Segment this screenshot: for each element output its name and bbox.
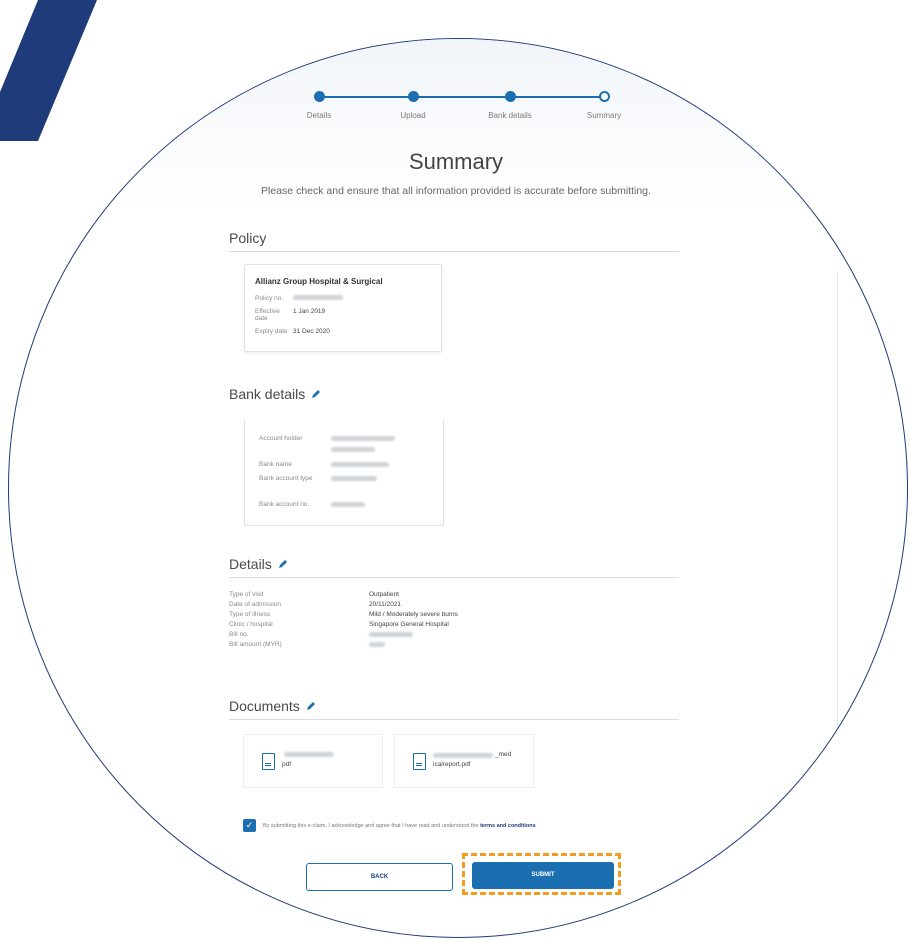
bank-label: Bank account type	[259, 475, 313, 482]
file-icon	[262, 753, 275, 770]
bank-label: Bank account no.	[259, 501, 310, 508]
policy-section-title: Policy	[229, 230, 266, 246]
bank-label: Account holder	[259, 435, 303, 442]
section-title-text: Policy	[229, 230, 267, 246]
page-subtitle: Please check and ensure that all informa…	[261, 185, 651, 197]
policy-card: Allianz Group Hospital & Surgical Policy…	[244, 264, 442, 352]
redacted-filename	[433, 753, 493, 758]
detail-label: Date of admission	[229, 601, 282, 608]
step-label: Summary	[586, 111, 622, 120]
redacted-value	[369, 632, 413, 637]
redacted-value	[331, 447, 375, 452]
detail-label: Bill no.	[229, 631, 249, 638]
detail-label: Type of visit	[229, 591, 264, 598]
edit-pencil-icon[interactable]	[306, 701, 316, 711]
terms-link[interactable]: terms and conditions	[480, 823, 536, 829]
redacted-value	[293, 295, 343, 300]
redacted-value	[331, 436, 395, 441]
document-filename: pdf	[282, 761, 292, 768]
step-bank-details[interactable]: Bank details	[470, 91, 550, 120]
step-label: Details	[306, 111, 332, 120]
redacted-value	[331, 462, 389, 467]
detail-label: Clinic / hospital	[229, 621, 273, 628]
redacted-value	[369, 642, 385, 647]
document-filename: icalreport.pdf	[433, 761, 471, 768]
step-check-icon	[407, 91, 419, 102]
consent-label: By submitting this e-claim, I acknowledg…	[263, 823, 481, 829]
file-icon	[413, 753, 426, 770]
detail-value: Mild / Moderately severe burns	[369, 611, 458, 618]
details-section-title: Details	[229, 556, 288, 572]
edit-pencil-icon[interactable]	[311, 389, 321, 399]
documents-section-title: Documents	[229, 698, 316, 714]
page-title: Summary	[408, 149, 504, 174]
submit-highlight-outline	[462, 853, 621, 895]
step-check-icon	[504, 91, 516, 102]
policy-label: Expiry date	[255, 328, 288, 335]
section-title-text: Documents	[229, 698, 300, 714]
step-current-icon	[598, 91, 610, 102]
consent-text: By submitting this e-claim, I acknowledg…	[263, 823, 536, 829]
stepper-track	[319, 96, 604, 98]
policy-value: 31 Dec 2020	[293, 328, 330, 335]
section-rule	[229, 251, 679, 252]
redacted-value	[331, 476, 377, 481]
document-card[interactable]: _med icalreport.pdf	[394, 734, 534, 788]
policy-label: Effective date	[255, 308, 280, 322]
policy-value: 1 Jan 2019	[293, 308, 326, 315]
edit-pencil-icon[interactable]	[278, 559, 288, 569]
policy-name: Allianz Group Hospital & Surgical	[255, 277, 383, 286]
detail-value: Singapore General Hospital	[369, 621, 449, 628]
detail-label: Type of illness	[229, 611, 271, 618]
divider	[837, 271, 838, 741]
detail-label: Bill amount (MYR)	[229, 641, 282, 648]
redacted-filename	[284, 752, 334, 757]
step-check-icon	[313, 91, 325, 102]
policy-row: Policy no.	[255, 295, 431, 302]
step-label: Upload	[400, 111, 426, 120]
detail-value: Outpatient	[369, 591, 399, 598]
step-details[interactable]: Details	[279, 91, 359, 120]
step-summary: Summary	[564, 91, 644, 120]
detail-value: 20/11/2021	[369, 601, 402, 608]
section-title-text: Bank details	[229, 386, 306, 402]
step-label: Bank details	[488, 111, 532, 120]
document-card[interactable]: pdf	[243, 734, 383, 788]
policy-row: Effective date 1 Jan 2019	[255, 308, 431, 322]
zoom-circle: Details Upload Bank details Summary Summ…	[8, 38, 908, 938]
document-filename: _med	[495, 751, 512, 758]
section-title-text: Details	[229, 556, 272, 572]
step-upload[interactable]: Upload	[373, 91, 453, 120]
consent-checkbox[interactable]: ✓	[243, 819, 256, 832]
section-rule	[229, 719, 679, 720]
section-rule	[229, 577, 679, 578]
bank-label: Bank name	[259, 461, 292, 468]
back-button[interactable]: BACK	[306, 863, 453, 891]
bank-section-title: Bank details	[229, 386, 321, 402]
policy-row: Expiry date 31 Dec 2020	[255, 328, 431, 335]
redacted-value	[331, 502, 365, 507]
policy-label: Policy no.	[255, 295, 284, 302]
